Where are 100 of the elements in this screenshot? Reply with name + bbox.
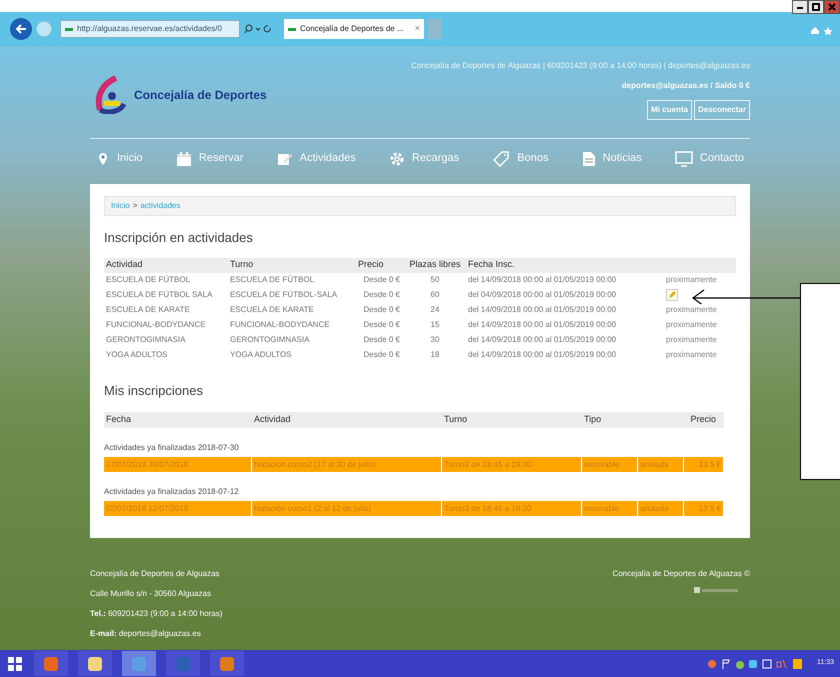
secure-indicator-icon	[65, 28, 73, 30]
table-cell: Turno3 de 18:45 a 19:30	[442, 501, 582, 516]
table-cell-text: del 04/09/2018 00:00 al 01/05/2019 00:00	[467, 289, 618, 301]
table-cell: anulada	[638, 457, 684, 472]
status-text: proximamente	[666, 334, 717, 346]
column-header: Precio	[356, 258, 404, 272]
nav-link[interactable]: Bonos	[492, 150, 548, 167]
back-arrow-icon	[15, 23, 27, 35]
column-header: Plazas libres	[404, 258, 466, 272]
account-button[interactable]: Desconectar	[694, 100, 750, 120]
table-cell-text: 30	[430, 334, 440, 346]
section-title: Mis inscripciones	[104, 382, 204, 400]
table-cell-text: ESCUELA DE FÚTBOL	[229, 274, 316, 286]
table-cell-text: YOGA ADULTOS	[229, 349, 293, 361]
table-cell-text: ESCUELA DE FÚTBOL SALA	[105, 289, 214, 301]
column-header: Fecha Insc.	[466, 258, 662, 272]
table-cell-text: del 14/09/2018 00:00 al 01/05/2019 00:00	[467, 319, 618, 331]
nav-link[interactable]: Actividades	[276, 150, 356, 167]
table-cell: Natación curso1 (2 al 12 de julio)	[252, 501, 442, 516]
table-cell: 17/07/2018 30/07/2018	[104, 457, 252, 472]
close-button[interactable]	[824, 0, 840, 14]
table-cell: Natación curso2 (17 al 30 de julio)	[252, 457, 442, 472]
table-cell-text: ESCUELA DE FÚTBOL	[105, 274, 192, 286]
contact-info-text: Concejalía de Deportes de Alguazas | 609201423 (9:00 a 14:00 horas) | deportes@alguazas.es	[411, 60, 750, 72]
status-text: proximamente	[666, 349, 717, 361]
table-cell-text: del 14/09/2018 00:00 al 01/05/2019 00:00	[467, 274, 618, 286]
table-cell-text: Desde 0 €	[362, 289, 401, 301]
minimize-button[interactable]	[792, 0, 808, 14]
table-cell-text: FUNCIONAL-BODYDANCE	[229, 319, 331, 331]
windows-start-icon[interactable]	[6, 654, 24, 672]
table-cell: renovable	[582, 457, 638, 472]
breadcrumb-link[interactable]: actividades	[140, 200, 180, 212]
table-cell-text: ESCUELA DE FÚTBOL-SALA	[229, 289, 338, 301]
table-cell-text: YOGA ADULTOS	[105, 349, 169, 361]
monitor-icon	[674, 150, 693, 166]
status-text: proximamente	[666, 274, 717, 286]
table-cell-text: Desde 0 €	[362, 304, 401, 316]
back-button[interactable]	[10, 18, 32, 40]
table-cell: Turno3 de 18:45 a 19:30	[442, 457, 582, 472]
table-cell-text: Desde 0 €	[362, 349, 401, 361]
footer-text: E-mail: deportes@alguazas.es	[90, 628, 202, 640]
footer-text: Concejalía de Deportes de Alguazas	[90, 568, 220, 580]
address-field[interactable]: http://alguazas.reservae.es/actividades/0	[60, 20, 240, 38]
status-text: proximamente	[666, 304, 717, 316]
restore-icon	[809, 1, 823, 13]
logo-icon	[94, 76, 128, 114]
table-cell-text: 24	[430, 304, 440, 316]
footer-text: Calle Murillo s/n - 30560 Alguazas	[90, 588, 212, 600]
table-cell-text: 50	[430, 274, 440, 286]
breadcrumb-link[interactable]: Inicio	[111, 200, 130, 212]
tag-icon	[492, 150, 510, 166]
restore-button[interactable]	[808, 0, 824, 14]
browser-tab[interactable]: Concejalía de Deportes de ... ×	[284, 19, 424, 39]
column-header: Fecha	[104, 412, 252, 428]
group-heading: Actividades ya finalizadas 2018-07-30	[104, 442, 240, 454]
table-cell-text: Desde 0 €	[362, 334, 401, 346]
column-header: Turno	[228, 258, 356, 272]
status-text: proximamente	[666, 319, 717, 331]
table-cell-text: FUNCIONAL-BODYDANCE	[105, 319, 207, 331]
calendar-icon	[176, 150, 192, 166]
table-cell: anulada	[638, 501, 684, 516]
column-header: Actividad	[252, 412, 442, 428]
table-cell-text: GERONTOGIMNASIA	[229, 334, 310, 346]
table-cell: 02/07/2018 12/07/2018	[104, 501, 252, 516]
table-cell-text: ESCUELA DE KARATE	[229, 304, 315, 316]
table-cell-text: GERONTOGIMNASIA	[105, 334, 186, 346]
developer-logo-icon	[694, 586, 740, 594]
column-header: Turno	[442, 412, 582, 428]
column-header: Actividad	[104, 258, 228, 272]
nav-link[interactable]: Noticias	[582, 150, 642, 167]
nav-link[interactable]: Recargas	[389, 150, 460, 167]
table-cell-text: del 14/09/2018 00:00 al 01/05/2019 00:00	[467, 334, 618, 346]
column-header: Precio	[638, 412, 724, 428]
table-cell-text: ESCUELA DE KARATE	[105, 304, 191, 316]
pin-icon	[96, 152, 110, 166]
group-heading: Actividades ya finalizadas 2018-07-12	[104, 486, 240, 498]
account-button[interactable]: Mi cuenta	[647, 100, 692, 120]
document-icon	[582, 150, 596, 166]
nav-link[interactable]: Contacto	[674, 150, 744, 167]
copyright-text: Concejalía de Deportes de Alguazas ©	[612, 568, 750, 580]
breadcrumb-separator: >	[132, 200, 138, 212]
logo-text: Concejalía de Deportes	[134, 87, 267, 104]
table-cell-text: Desde 0 €	[362, 319, 401, 331]
table-cell-text: 60	[430, 289, 440, 301]
account-balance-text: deportes@alguazas.es / Saldo 0 €	[622, 80, 750, 92]
column-header: Tipo	[582, 412, 638, 428]
tab-favicon-icon	[288, 28, 296, 30]
table-cell: 13.5 €	[684, 501, 724, 516]
nav-link[interactable]: Inicio	[96, 150, 143, 167]
nav-link[interactable]: Reservar	[176, 150, 244, 167]
table-cell-text: 15	[430, 319, 440, 331]
table-cell: renovable	[582, 501, 638, 516]
tab-close-button[interactable]: ×	[414, 22, 420, 36]
footer-text: Tel.: 609201423 (9:00 a 14:00 horas)	[90, 608, 222, 620]
gear-icon	[389, 150, 406, 166]
table-cell-text: del 14/09/2018 00:00 al 01/05/2019 00:00	[467, 304, 618, 316]
table-cell-text: Desde 0 €	[362, 274, 401, 286]
table-cell-text: del 14/09/2018 00:00 al 01/05/2019 00:00	[467, 349, 618, 361]
table-cell: 13.5 €	[684, 457, 724, 472]
table-cell-text: 18	[430, 349, 440, 361]
